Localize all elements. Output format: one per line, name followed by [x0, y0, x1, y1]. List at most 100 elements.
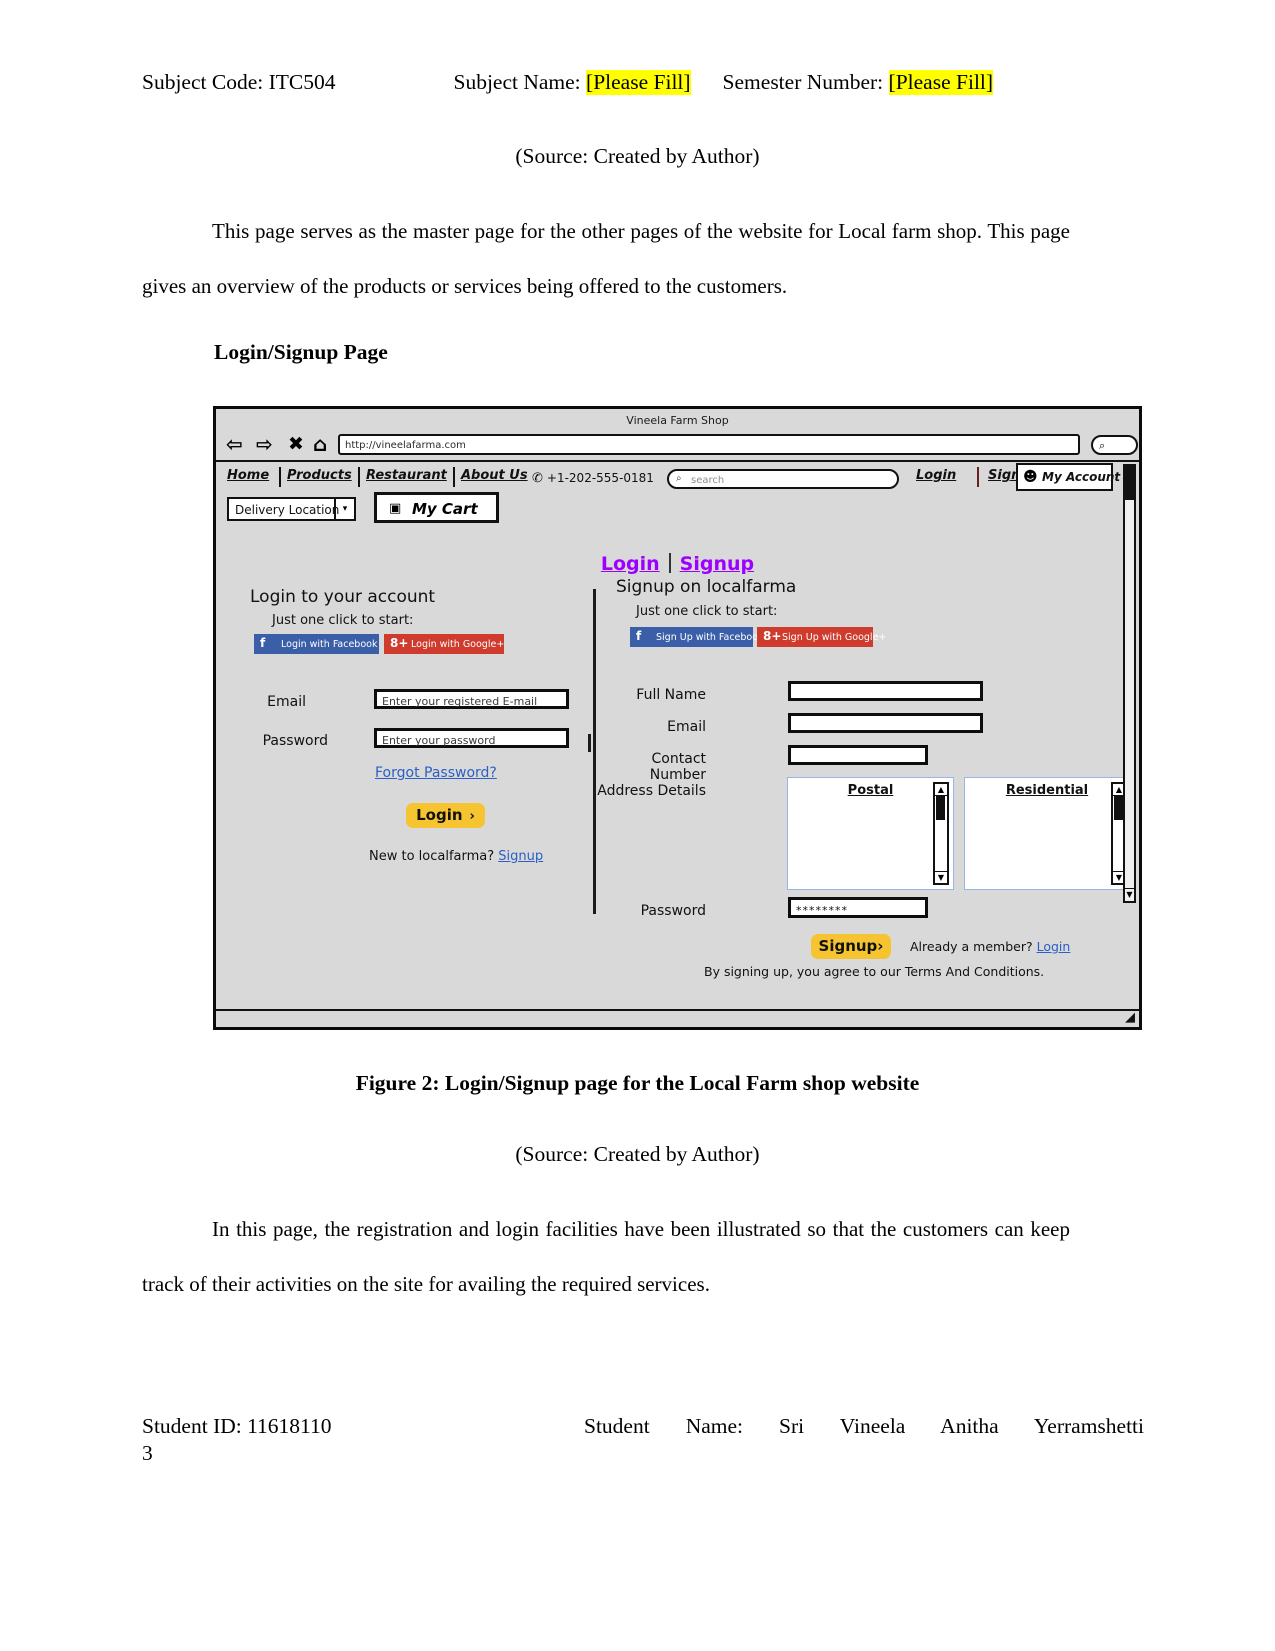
new-user-signup-link[interactable]: Signup [498, 849, 543, 864]
tab-login[interactable]: Login [601, 553, 660, 575]
scrollbar-thumb[interactable] [1125, 466, 1134, 500]
search-placeholder: search [691, 475, 725, 486]
wireframe-figure: Vineela Farm Shop ⇦ ⇨ ✖ ⌂ http://vineela… [213, 406, 1142, 1030]
url-input[interactable]: http://vineelafarma.com [338, 434, 1080, 455]
terms-and-conditions-text: By signing up, you agree to our Terms An… [704, 964, 1045, 979]
semester-number-value: [Please Fill] [888, 70, 994, 95]
login-google-label: Login with Google+ [411, 639, 505, 650]
nav-item-about-us[interactable]: About Us [461, 468, 528, 483]
facebook-icon: f [260, 636, 266, 650]
chevron-right-icon: › [877, 937, 884, 955]
signup-address-label: Address Details [597, 783, 706, 799]
page-scrollbar[interactable]: ▼ [1123, 464, 1136, 903]
search-input[interactable]: ⌕ search [667, 469, 899, 489]
residential-address-title: Residential [1005, 783, 1089, 798]
paragraph-2-text: In this page, the registration and login… [142, 1217, 1070, 1296]
google-plus-icon: 8+ [763, 629, 782, 643]
nav-item-home[interactable]: Home [227, 468, 269, 483]
site-nav-primary: Home Products Restaurant About Us ✆ +1-20… [216, 463, 1139, 494]
already-member-text: Already a member? [910, 939, 1033, 954]
login-password-input[interactable]: Enter your password [374, 728, 569, 748]
home-icon[interactable]: ⌂ [313, 434, 327, 454]
signup-contact-input[interactable] [788, 745, 928, 765]
browser-chrome: Vineela Farm Shop ⇦ ⇨ ✖ ⌂ http://vineela… [216, 409, 1139, 462]
scroll-down-icon[interactable]: ▼ [935, 871, 947, 883]
window-status-bar [216, 1009, 1139, 1027]
signup-fullname-input[interactable] [788, 681, 983, 701]
postal-scrollbar[interactable]: ▲ ▼ [933, 782, 949, 885]
facebook-icon: f [636, 629, 642, 643]
chevron-right-icon: › [469, 809, 475, 824]
login-with-google-button[interactable]: 8+ Login with Google+ [384, 634, 504, 654]
forward-icon[interactable]: ⇨ [256, 434, 273, 454]
login-panel-title: Login to your account [250, 587, 436, 607]
chevron-down-icon[interactable]: ▾ [334, 499, 354, 519]
residential-address-box[interactable]: Residential ▲ ▼ [964, 777, 1130, 890]
my-cart-button[interactable]: ▣ My Cart [374, 492, 499, 523]
subject-name-label: Subject Name: [453, 70, 581, 94]
login-email-label: Email [267, 694, 306, 710]
signup-submit-label: Signup [818, 937, 878, 955]
login-email-input[interactable]: Enter your registered E-mail [374, 689, 569, 709]
subject-name-value: [Please Fill] [586, 70, 691, 95]
footer-student-id-overflow: 3 [142, 1441, 153, 1465]
browser-search-button[interactable]: ⌕ [1091, 435, 1138, 455]
login-email-placeholder: Enter your registered E-mail [382, 695, 538, 708]
document-footer: Student ID: 11618110 3 Student Name: Sri… [142, 1414, 1144, 1465]
login-submit-button[interactable]: Login › [406, 803, 485, 828]
scroll-up-icon[interactable]: ▲ [935, 784, 947, 796]
figure-caption: Figure 2: Login/Signup page for the Loca… [355, 1071, 920, 1095]
signup-panel-subtitle: Just one click to start: [636, 604, 778, 619]
signup-with-facebook-button[interactable]: f Sign Up with Facebook [630, 627, 764, 647]
footer-student-name: Student Name: Sri Vineela Anitha Yerrams… [584, 1414, 1144, 1438]
signup-google-label: Sign Up with Google+ [782, 632, 887, 643]
google-plus-icon: 8+ [390, 636, 409, 650]
scrollbar-thumb[interactable] [936, 796, 945, 820]
my-account-button[interactable]: ☻ My Account [1016, 463, 1120, 491]
already-member-login-link[interactable]: Login [1037, 939, 1071, 954]
signup-submit-button[interactable]: Signup› [811, 934, 891, 959]
phone-number: ✆ +1-202-555-0181 [532, 471, 654, 486]
signup-fullname-label: Full Name [636, 687, 706, 703]
phone-text: +1-202-555-0181 [546, 471, 654, 485]
login-facebook-label: Login with Facebook [281, 639, 378, 650]
nav-item-restaurant[interactable]: Restaurant [366, 468, 447, 483]
source-note-2: (Source: Created by Author) [515, 1142, 760, 1166]
login-password-label: Password [262, 733, 328, 749]
signup-email-input[interactable] [788, 713, 983, 733]
search-icon: ⌕ [1099, 439, 1106, 452]
new-user-text: New to localfarma? [369, 849, 495, 864]
panel-divider-dots [588, 734, 591, 752]
signup-password-input[interactable]: ******** [788, 897, 928, 918]
nav-item-products[interactable]: Products [287, 468, 352, 483]
signup-contact-label: Contact Number [649, 751, 706, 783]
signup-with-google-button[interactable]: 8+ Sign Up with Google+ [757, 627, 886, 647]
search-icon: ⌕ [676, 473, 682, 484]
scroll-down-icon[interactable]: ▼ [1125, 888, 1134, 901]
back-icon[interactable]: ⇦ [226, 434, 243, 454]
login-with-facebook-button[interactable]: f Login with Facebook [254, 634, 379, 654]
source-note-1: (Source: Created by Author) [515, 144, 760, 168]
semester-number-label: Semester Number: [722, 70, 884, 94]
forgot-password-link[interactable]: Forgot Password? [375, 765, 497, 781]
stop-icon[interactable]: ✖ [288, 434, 304, 454]
header-login-link[interactable]: Login [916, 468, 956, 483]
document-page: Subject Code: ITC504 Subject Name: [Pleas… [0, 0, 1275, 1651]
tab-signup[interactable]: Signup [680, 553, 754, 575]
login-password-placeholder: Enter your password [382, 734, 496, 747]
delivery-location-select[interactable]: Delivery Location ▾ [227, 497, 356, 521]
tab-divider [668, 553, 671, 573]
postal-address-box[interactable]: Postal ▲ ▼ [787, 777, 954, 890]
auth-tabs: Login Signup [216, 553, 1139, 575]
signup-password-value: ******** [796, 904, 848, 917]
site-nav-secondary: Delivery Location ▾ ▣ My Cart [216, 492, 1139, 527]
footer-student-id: Student ID: 11618110 [142, 1414, 332, 1438]
scrollbar-thumb[interactable] [1114, 796, 1123, 820]
login-panel-subtitle: Just one click to start: [272, 613, 414, 628]
my-account-label: My Account [1042, 470, 1121, 484]
section-title-login-signup: Login/Signup Page [214, 340, 388, 364]
resize-grip-icon[interactable]: ◢ [1125, 1010, 1135, 1025]
signup-panel-title: Signup on localfarma [616, 577, 797, 597]
url-text: http://vineelafarma.com [345, 440, 466, 451]
delivery-location-label: Delivery Location [235, 503, 340, 517]
